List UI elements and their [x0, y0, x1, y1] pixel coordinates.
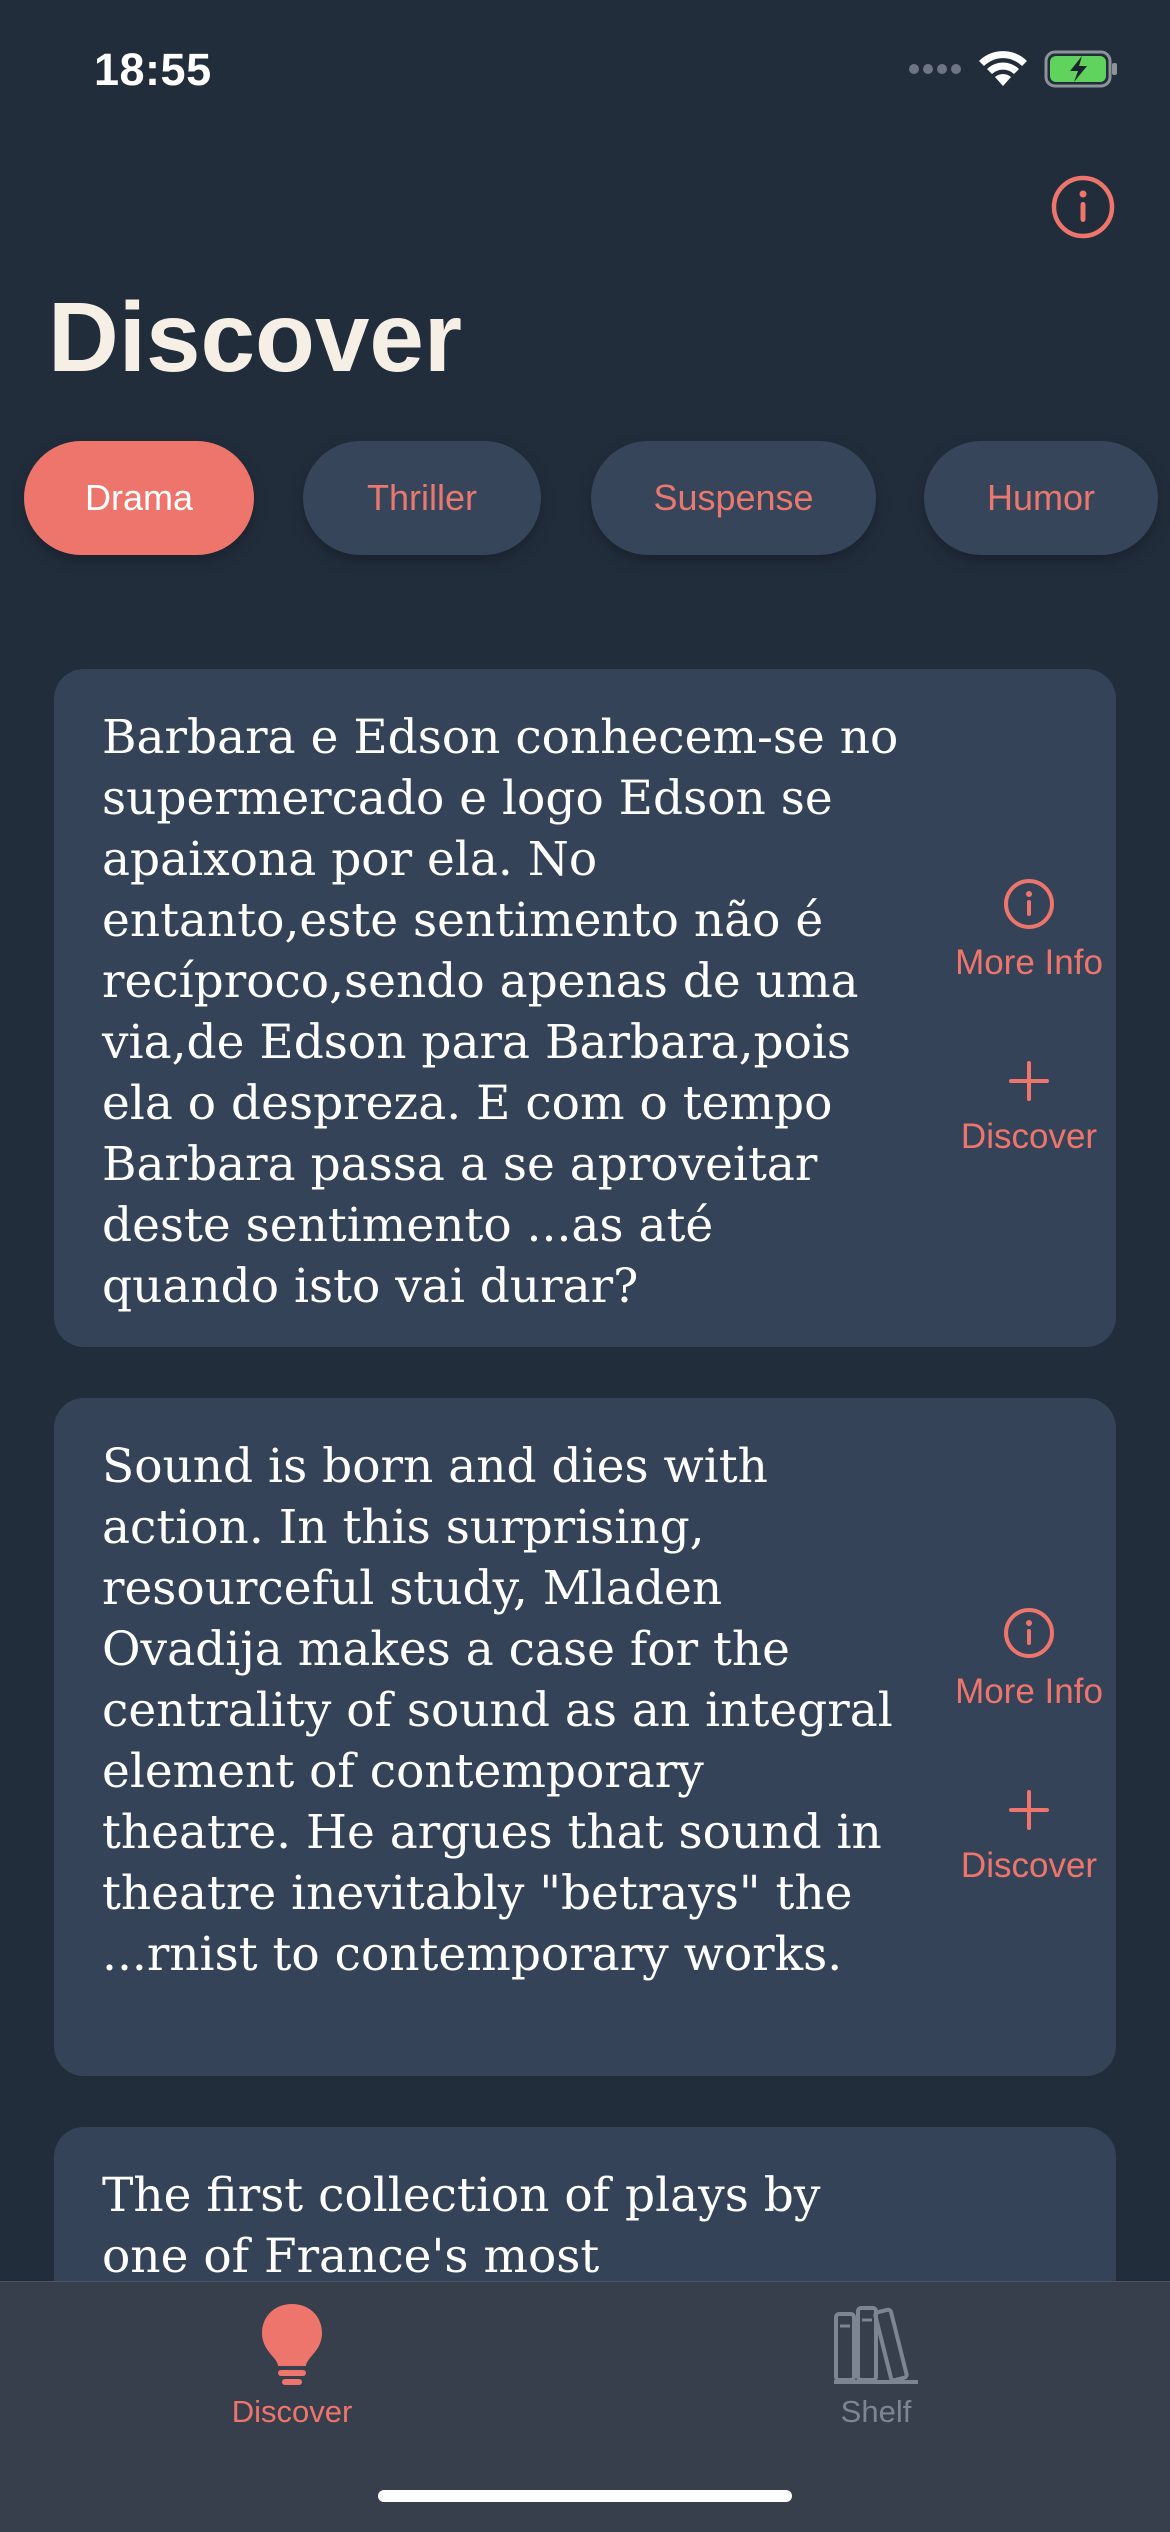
books-icon	[834, 2306, 918, 2384]
info-button[interactable]	[1050, 174, 1116, 240]
tab-shelf-label: Shelf	[840, 2394, 912, 2429]
more-info-button[interactable]: More Info	[894, 1606, 1116, 1712]
discover-label: Discover	[960, 1846, 1098, 1885]
battery-charging-icon	[1044, 50, 1120, 93]
status-bar: 18:55	[0, 0, 1170, 150]
home-indicator[interactable]	[378, 2490, 792, 2502]
plus-icon	[1009, 1790, 1049, 1830]
lightbulb-icon	[262, 2304, 322, 2385]
book-card: Barbara e Edson conhecem-se no supermerc…	[54, 669, 1116, 1347]
wifi-icon	[978, 50, 1028, 93]
discover-screen: 18:55 Discover Drama Thriller Suspense H…	[0, 0, 1170, 2532]
discover-button[interactable]: Discover	[894, 1057, 1116, 1157]
genre-chip-humor[interactable]: Humor	[924, 441, 1158, 555]
discover-label: Discover	[960, 1117, 1098, 1156]
plus-icon	[1009, 1061, 1049, 1101]
discover-button[interactable]: Discover	[894, 1786, 1116, 1886]
cellular-dots-icon	[908, 62, 962, 81]
book-description: Barbara e Edson conhecem-se no supermerc…	[102, 710, 899, 1314]
tab-discover[interactable]: Discover	[142, 2302, 442, 2430]
info-circle-icon	[1004, 1608, 1054, 1658]
genre-chip-thriller[interactable]: Thriller	[303, 441, 541, 555]
status-time: 18:55	[94, 44, 212, 95]
info-circle-icon	[1004, 879, 1054, 929]
genre-chip-drama[interactable]: Drama	[24, 441, 254, 555]
info-circle-icon	[1051, 175, 1115, 239]
genre-chip-suspense[interactable]: Suspense	[591, 441, 876, 555]
tab-shelf[interactable]: Shelf	[726, 2302, 1026, 2430]
book-description: Sound is born and dies with action. In t…	[102, 1439, 893, 1982]
tab-discover-label: Discover	[231, 2394, 353, 2429]
genre-filter-row: Drama Thriller Suspense Humor	[24, 441, 1170, 555]
status-icons	[908, 50, 1120, 93]
book-card: Sound is born and dies with action. In t…	[54, 1398, 1116, 2076]
more-info-label: More Info	[955, 1672, 1103, 1711]
more-info-button[interactable]: More Info	[894, 877, 1116, 983]
page-title: Discover	[48, 282, 463, 392]
more-info-label: More Info	[955, 943, 1103, 982]
book-description: The first collection of plays by one of …	[102, 2168, 821, 2284]
